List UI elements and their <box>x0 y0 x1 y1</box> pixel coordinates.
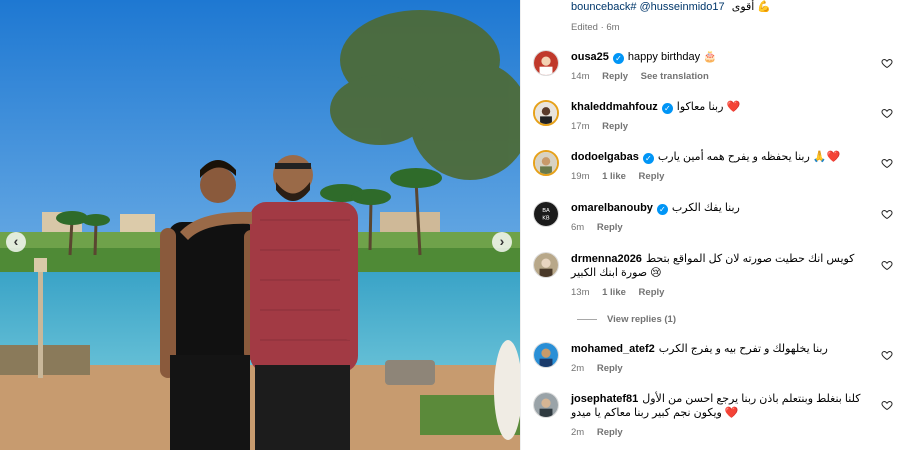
comment-time: 19m <box>571 171 590 182</box>
like-count[interactable]: 1 like <box>602 171 626 182</box>
comment-time: 6m <box>571 222 585 233</box>
view-replies-button[interactable]: View replies (1) <box>577 314 676 325</box>
avatar[interactable]: BA KB <box>533 201 559 227</box>
reply-button[interactable]: Reply <box>639 287 665 298</box>
heart-icon[interactable] <box>881 57 893 69</box>
comment-username[interactable]: dodoelgabas <box>571 151 639 163</box>
caption-text: bounceback# @husseinmido17 أقوى 💪 <box>571 1 772 13</box>
heart-icon[interactable] <box>881 259 893 271</box>
reply-button[interactable]: Reply <box>639 171 665 182</box>
avatar[interactable] <box>533 50 559 76</box>
svg-text:KB: KB <box>542 216 550 222</box>
caption-handles[interactable]: bounceback# @husseinmido17 <box>571 1 725 13</box>
heart-icon[interactable] <box>881 399 893 411</box>
verified-badge-icon: ✓ <box>642 153 654 164</box>
reply-button[interactable]: Reply <box>602 121 628 132</box>
avatar[interactable] <box>533 342 559 368</box>
svg-text:BA: BA <box>542 208 550 214</box>
comment-username[interactable]: khaleddmahfouz <box>571 101 658 113</box>
comment-text: ربنا يحفظه و يفرح همه أمين يارب 🙏❤️ <box>657 151 841 163</box>
avatar[interactable] <box>533 392 559 418</box>
avatar[interactable] <box>533 150 559 176</box>
avatar[interactable] <box>533 100 559 126</box>
post-photo-scene <box>0 0 520 450</box>
comment-username[interactable]: drmenna2026 <box>571 253 642 265</box>
chevron-left-icon[interactable]: ‹ <box>6 232 26 252</box>
view-replies-divider <box>577 318 597 320</box>
comment-username[interactable]: mohamed_atef2 <box>571 343 655 355</box>
comment-time: 13m <box>571 287 590 298</box>
comment-username[interactable]: omarelbanouby <box>571 202 653 214</box>
comment-text: ربنا معاكوا ❤️ <box>676 101 741 113</box>
heart-icon[interactable] <box>881 349 893 361</box>
comment-text: happy birthday 🎂 <box>627 51 717 63</box>
see-translation-link[interactable]: See translation <box>641 71 709 82</box>
comment-time: 14m <box>571 71 590 82</box>
heart-icon[interactable] <box>881 208 893 220</box>
verified-badge-icon: ✓ <box>661 103 673 114</box>
comment-text: ربنا يفك الكرب <box>671 202 740 214</box>
verified-badge-icon: ✓ <box>612 53 624 64</box>
heart-icon[interactable] <box>881 107 893 119</box>
caption-arabic: أقوى <box>731 1 755 13</box>
verified-badge-icon: ✓ <box>656 204 668 215</box>
avatar[interactable] <box>533 252 559 278</box>
reply-button[interactable]: Reply <box>602 71 628 82</box>
comment-username[interactable]: josephatef81 <box>571 393 638 405</box>
reply-button[interactable]: Reply <box>597 427 623 438</box>
comment-username[interactable]: ousa25 <box>571 51 609 63</box>
heart-icon[interactable] <box>881 157 893 169</box>
comment-time: 2m <box>571 363 585 374</box>
caption-edited-timestamp: Edited · 6m <box>571 22 620 33</box>
post-photo: ‹ › <box>0 0 520 450</box>
comments-panel[interactable]: bounceback# @husseinmido17 أقوى 💪 Edited… <box>520 0 900 450</box>
comment-time: 2m <box>571 427 585 438</box>
like-count[interactable]: 1 like <box>602 287 626 298</box>
chevron-right-icon[interactable]: › <box>492 232 512 252</box>
reply-button[interactable]: Reply <box>597 363 623 374</box>
comment-time: 17m <box>571 121 590 132</box>
comment-text: ربنا يخلهولك و تفرح بيه و يفرج الكرب <box>658 343 828 355</box>
reply-button[interactable]: Reply <box>597 222 623 233</box>
view-replies-label[interactable]: View replies (1) <box>607 314 676 325</box>
